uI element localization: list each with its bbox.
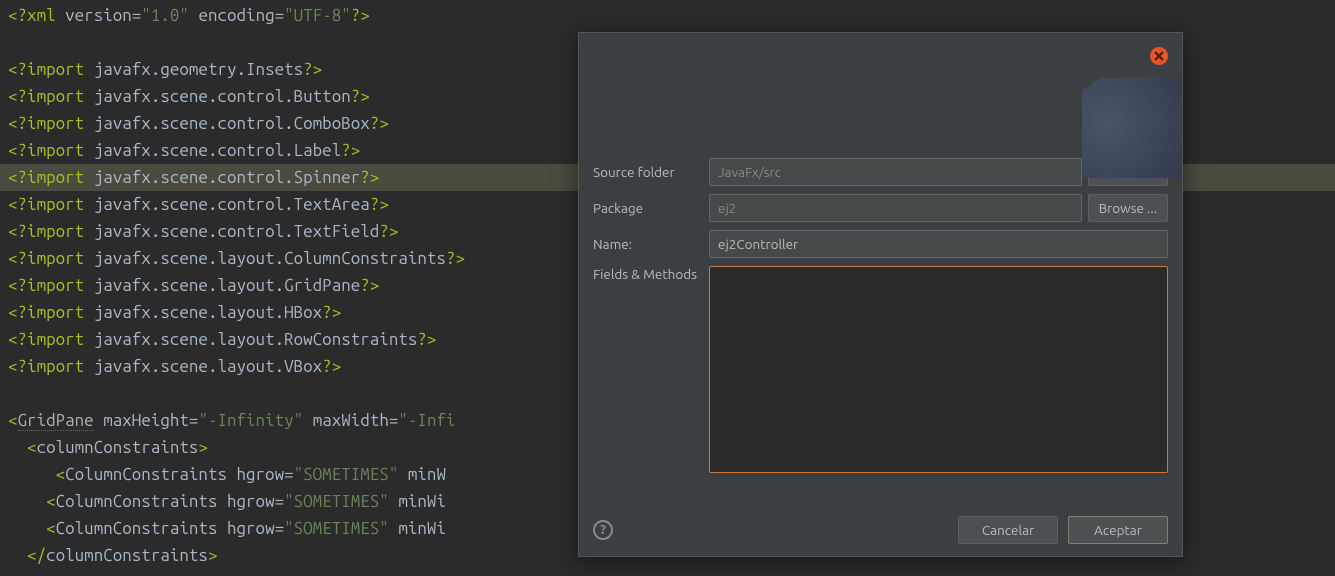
code-content: <?import javafx.geometry.Insets?> (8, 60, 322, 79)
code-content: <?import javafx.scene.layout.HBox?> (8, 303, 341, 322)
code-content: <?import javafx.scene.control.ComboBox?> (8, 114, 389, 133)
code-content: <columnConstraints> (8, 438, 208, 457)
code-content: <?import javafx.scene.control.Spinner?> (8, 168, 379, 187)
source-folder-label: Source folder (593, 164, 703, 180)
browse-package-button[interactable]: Browse ... (1088, 194, 1168, 222)
code-content: <ColumnConstraints hgrow="SOMETIMES" min… (8, 492, 446, 511)
package-input[interactable] (709, 194, 1082, 222)
accept-button[interactable]: Aceptar (1068, 516, 1168, 544)
code-content: <ColumnConstraints hgrow="SOMETIMES" min… (8, 519, 446, 538)
code-content: <?import javafx.scene.control.TextField?… (8, 222, 398, 241)
fields-methods-label: Fields & Methods (593, 266, 703, 282)
code-content: <?import javafx.scene.control.TextArea?> (8, 195, 389, 214)
code-content: <ColumnConstraints hgrow="SOMETIMES" min… (8, 465, 446, 484)
package-label: Package (593, 200, 703, 216)
dialog-header (579, 33, 1182, 158)
code-content: <?xml version="1.0" encoding="UTF-8"?> (8, 6, 370, 25)
header-decoration (1082, 78, 1182, 178)
code-content: <?import javafx.scene.layout.ColumnConst… (8, 249, 465, 268)
help-icon[interactable]: ? (593, 520, 613, 540)
name-label: Name: (593, 236, 703, 252)
name-input[interactable] (709, 230, 1168, 258)
cancel-button[interactable]: Cancelar (958, 516, 1058, 544)
new-controller-dialog: Source folder Browse ... Package Browse … (578, 32, 1183, 557)
code-content: <?import javafx.scene.layout.GridPane?> (8, 276, 379, 295)
dialog-body: Source folder Browse ... Package Browse … (579, 158, 1182, 473)
code-line[interactable]: <?xml version="1.0" encoding="UTF-8"?> (0, 2, 1335, 29)
source-folder-input[interactable] (709, 158, 1082, 186)
close-icon (1154, 51, 1164, 61)
code-content: <?import javafx.scene.layout.RowConstrai… (8, 330, 436, 349)
close-button[interactable] (1150, 47, 1168, 65)
fields-methods-textarea[interactable] (709, 266, 1168, 473)
code-content: <?import javafx.scene.layout.VBox?> (8, 357, 341, 376)
dialog-footer: ? Cancelar Aceptar (593, 516, 1168, 544)
code-content: <?import javafx.scene.control.Button?> (8, 87, 370, 106)
code-content: <?import javafx.scene.control.Label?> (8, 141, 360, 160)
code-content: </columnConstraints> (8, 546, 217, 565)
